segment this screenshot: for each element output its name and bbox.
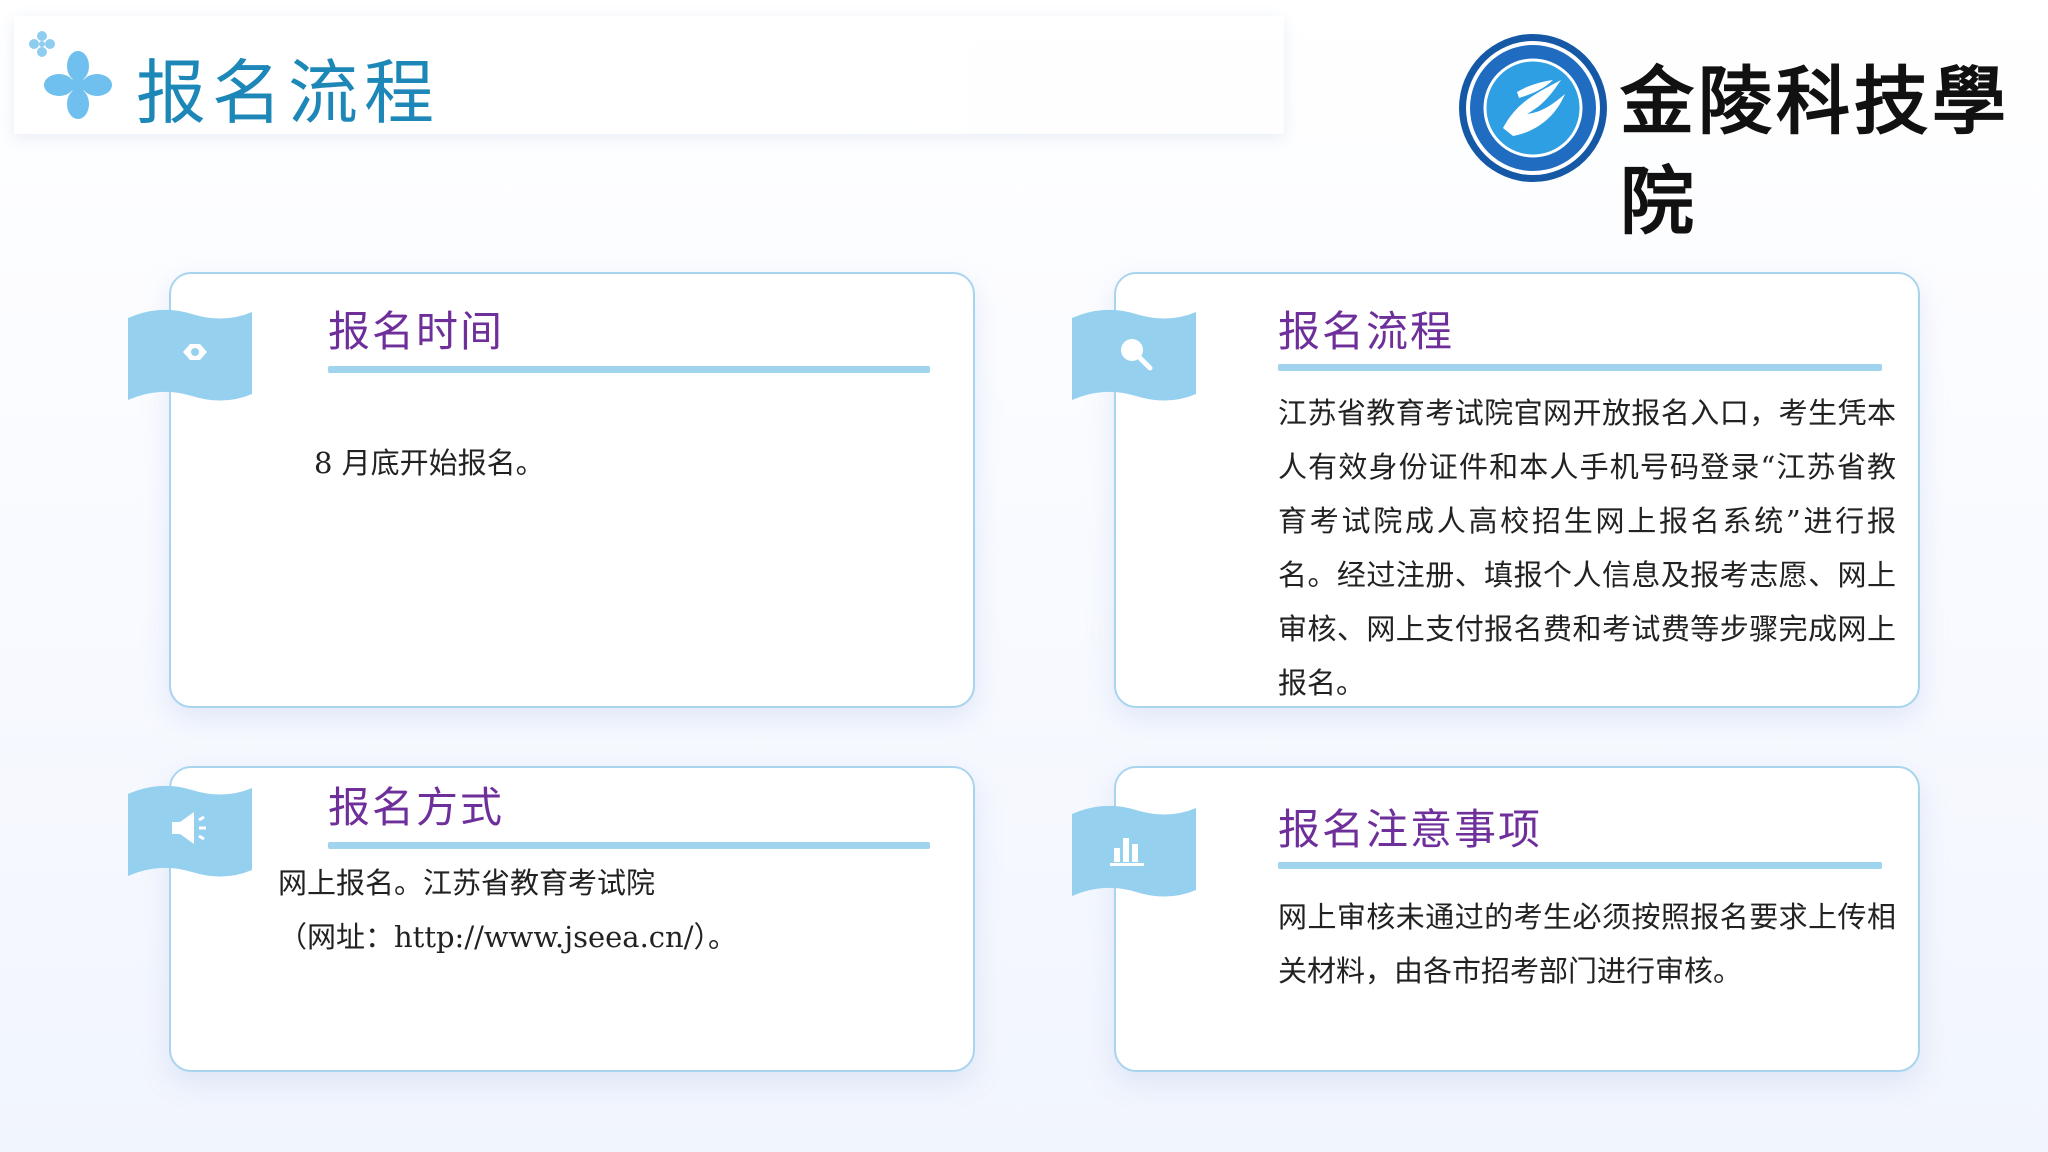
school-seal-icon (1459, 34, 1607, 182)
flag-badge (1072, 800, 1200, 904)
card-registration-time (169, 272, 975, 708)
card-title: 报名时间 (328, 307, 505, 356)
flag-badge (1072, 304, 1200, 408)
card-text: 网上审核未通过的考生必须按照报名要求上传相关材料，由各市招考部门进行审核。 (1278, 900, 1896, 988)
title-underline (328, 366, 930, 373)
card-text: 江苏省教育考试院官网开放报名入口，考生凭本人有效身份证件和本人手机号码登录“江苏… (1278, 396, 1896, 700)
card-title: 报名方式 (328, 783, 505, 832)
page-title: 报名流程 (136, 52, 440, 134)
title-underline (1278, 364, 1882, 371)
flower-icon (29, 31, 112, 119)
card-text-line: 网上报名。江苏省教育考试院 (278, 866, 656, 900)
card-title: 报名注意事项 (1278, 805, 1543, 854)
school-name: 金陵科技學院 (1620, 59, 2010, 245)
title-underline (1278, 862, 1882, 869)
card-title: 报名流程 (1278, 307, 1455, 356)
flag-badge (128, 780, 256, 884)
card-text-line: （网址：http://www.jseea.cn/）。 (278, 920, 738, 954)
card-text: 8 月底开始报名。 (314, 446, 545, 480)
flag-badge (128, 304, 256, 408)
title-underline (328, 842, 930, 849)
